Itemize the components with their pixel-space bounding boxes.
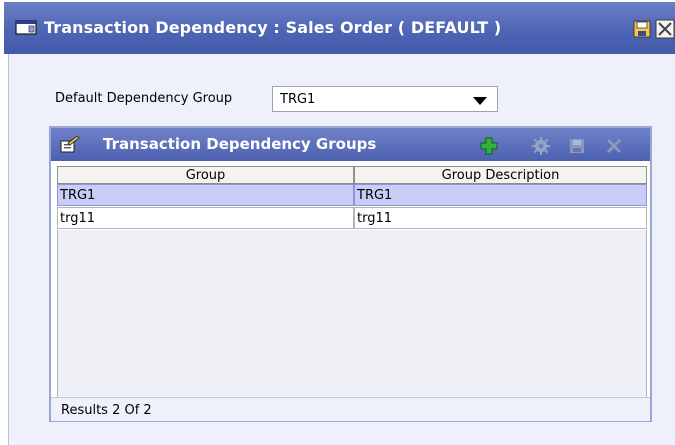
default-dependency-group-value: TRG1: [280, 92, 316, 107]
default-dependency-group-label: Default Dependency Group: [55, 91, 233, 106]
results-count: Results 2 Of 2: [61, 403, 152, 418]
panel-header: Transaction Dependency Groups: [51, 128, 650, 161]
save-icon[interactable]: [633, 20, 651, 38]
results-footer: Results 2 Of 2: [51, 397, 650, 421]
window-title: Transaction Dependency : Sales Order ( D…: [44, 18, 502, 37]
column-header-group[interactable]: Group: [57, 166, 354, 184]
default-dependency-group-select[interactable]: TRG1: [272, 86, 498, 112]
add-icon[interactable]: [479, 136, 499, 156]
close-icon[interactable]: [655, 19, 675, 39]
column-header-group-description[interactable]: Group Description: [354, 166, 647, 184]
table-row[interactable]: trg11 trg11: [57, 207, 647, 229]
details-icon[interactable]: [531, 136, 551, 156]
title-bar: Transaction Dependency : Sales Order ( D…: [4, 2, 675, 54]
delete-icon[interactable]: [604, 136, 624, 156]
window-body: Default Dependency Group TRG1 Transactio…: [8, 54, 675, 445]
group-cell[interactable]: trg11: [57, 207, 354, 229]
group-description-cell[interactable]: trg11: [354, 207, 647, 229]
transaction-dependency-window: Transaction Dependency : Sales Order ( D…: [4, 2, 675, 445]
window-icon: [15, 20, 37, 35]
panel-title: Transaction Dependency Groups: [103, 135, 377, 153]
table-empty-area: [57, 230, 647, 397]
save-icon[interactable]: [567, 136, 587, 156]
group-description-cell[interactable]: TRG1: [354, 184, 647, 206]
transaction-dependency-groups-panel: Transaction Dependency Groups Group Grou…: [49, 126, 652, 422]
group-cell[interactable]: TRG1: [57, 184, 354, 206]
chevron-down-icon[interactable]: [473, 97, 487, 105]
edit-list-icon: [60, 135, 80, 153]
table-row[interactable]: TRG1 TRG1: [57, 184, 647, 206]
